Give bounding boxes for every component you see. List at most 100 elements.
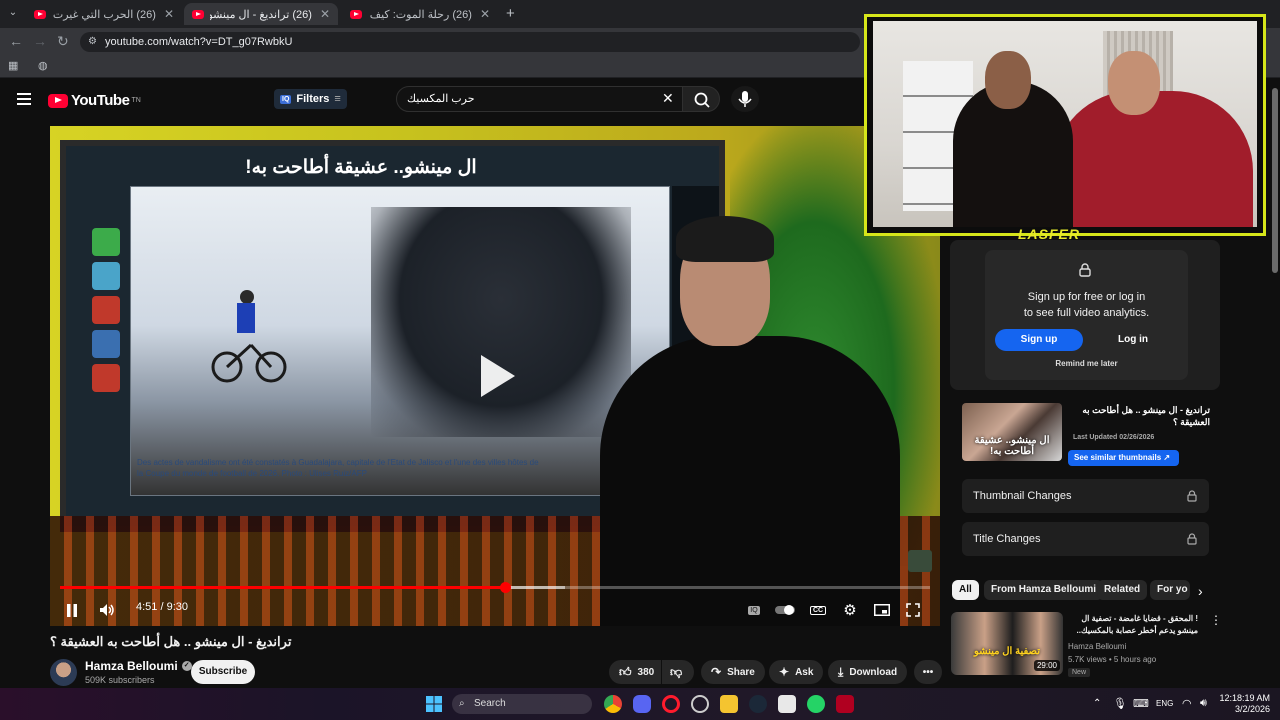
ask-button[interactable]: ✦ Ask xyxy=(769,660,824,684)
globe-icon[interactable]: ◍ xyxy=(38,59,48,72)
clear-search-icon[interactable]: ✕ xyxy=(662,90,674,107)
more-vertical-icon[interactable]: ⋮ xyxy=(1210,613,1222,627)
download-button[interactable]: ⤓ Download xyxy=(828,660,908,684)
tab-1[interactable]: (26) الحرب التي غيرت الشرق الأوسط ✕ xyxy=(26,3,182,25)
apps-grid-icon[interactable]: ▦ xyxy=(8,59,18,72)
microphone-icon xyxy=(738,91,752,107)
app-two-icon[interactable] xyxy=(778,695,796,713)
progress-bar[interactable] xyxy=(60,582,930,593)
keyboard-language[interactable]: ENG xyxy=(1156,699,1173,708)
more-actions-button[interactable]: ••• xyxy=(914,660,942,684)
autoplay-toggle-icon[interactable] xyxy=(774,599,796,621)
title-changes-row[interactable]: Title Changes xyxy=(962,522,1209,556)
video-title: ترانديغ - ال مينشو .. هل أطاحت به العشيق… xyxy=(50,634,292,649)
tray-wifi-icon[interactable]: ◠ xyxy=(1182,697,1192,710)
tab-3[interactable]: (26) رحلة الموت: كيف وصل شاب ✕ xyxy=(342,3,498,25)
home-tile-icon xyxy=(92,364,120,392)
play-overlay-icon[interactable] xyxy=(475,351,519,401)
login-button[interactable]: Log in xyxy=(1092,329,1174,351)
taskbar-search[interactable]: ⌕ Search xyxy=(452,694,592,714)
page-scrollbar[interactable] xyxy=(1272,88,1278,273)
tab-search-icon[interactable]: ⌄ xyxy=(6,7,20,21)
like-button[interactable]: 👍︎ 380 xyxy=(609,660,661,684)
clock-date: 3/2/2026 xyxy=(1234,704,1270,714)
streamer-right-head xyxy=(1108,51,1160,115)
captions-icon[interactable]: CC xyxy=(807,599,829,621)
search-icon xyxy=(694,92,710,108)
signup-line-1: Sign up for free or log in xyxy=(1027,291,1146,303)
close-tab-icon[interactable]: ✕ xyxy=(320,7,330,21)
chrome-icon[interactable] xyxy=(604,695,622,713)
chip-from-channel[interactable]: From Hamza Belloumi xyxy=(984,580,1104,600)
subscribe-button[interactable]: Subscribe xyxy=(191,660,255,684)
tile-icon xyxy=(92,262,120,290)
channel-avatar[interactable] xyxy=(50,659,77,686)
back-arrow-icon[interactable]: ← xyxy=(9,33,23,49)
search-button[interactable] xyxy=(682,86,720,112)
search-input[interactable]: حرب المكسيك xyxy=(396,86,684,112)
voice-search-button[interactable] xyxy=(731,86,759,112)
youtube-favicon-icon xyxy=(192,9,204,19)
map-pin-icon xyxy=(92,228,120,256)
recommended-thumbnail-text: تصفية ال مينشو xyxy=(974,646,1040,657)
chip-all[interactable]: All xyxy=(952,580,979,600)
forward-arrow-icon[interactable]: → xyxy=(33,33,47,49)
discord-icon[interactable] xyxy=(633,695,651,713)
tray-chevron-icon[interactable]: ⌃ xyxy=(1093,698,1101,709)
tray-keyboard-icon[interactable]: ⌨ xyxy=(1133,697,1149,710)
app-three-icon[interactable] xyxy=(836,695,854,713)
reload-icon[interactable]: ↻ xyxy=(57,33,69,50)
fullscreen-icon[interactable] xyxy=(902,599,924,621)
signup-line-2: to see full video analytics. xyxy=(1023,307,1150,319)
filters-button[interactable]: IQ Filters ≡ xyxy=(274,89,347,109)
recommended-channel[interactable]: Hamza Belloumi xyxy=(1068,642,1126,651)
share-icon: ↷ xyxy=(711,665,722,679)
dislike-button[interactable]: 👎︎ xyxy=(662,660,694,684)
tab-2-title: (26) ترانديغ - ال مينشو .. هل أطاحت به xyxy=(210,8,312,21)
lock-icon xyxy=(1079,263,1091,277)
youtube-logo[interactable]: YouTube TN xyxy=(48,92,141,109)
signup-prompt: Sign up for free or log in to see full v… xyxy=(985,289,1188,321)
steam-icon[interactable] xyxy=(749,695,767,713)
file-explorer-icon[interactable] xyxy=(720,695,738,713)
whatsapp-icon[interactable] xyxy=(807,695,825,713)
new-tab-button[interactable]: + xyxy=(506,5,515,22)
url-field[interactable]: ⚙ youtube.com/watch?v=DT_g07RwbkU xyxy=(80,32,860,52)
pause-icon[interactable] xyxy=(61,599,83,621)
remind-later-link[interactable]: Remind me later xyxy=(985,359,1188,368)
taskbar-clock[interactable]: 12:18:19 AM 3/2/2026 xyxy=(1218,693,1270,715)
thumbnail-changes-row[interactable]: Thumbnail Changes xyxy=(962,479,1209,513)
app-icon[interactable] xyxy=(691,695,709,713)
progress-played xyxy=(60,586,505,589)
taskbar-search-label: Search xyxy=(474,698,506,709)
see-similar-thumbnails-button[interactable]: See similar thumbnails ↗ xyxy=(1068,450,1179,466)
recommended-video-thumbnail[interactable]: تصفية ال مينشو 29:00 xyxy=(951,612,1063,675)
share-button[interactable]: ↷ Share xyxy=(701,660,765,684)
chip-related[interactable]: Related xyxy=(1097,580,1148,600)
menu-icon[interactable] xyxy=(17,92,31,105)
channel-name[interactable]: Hamza Belloumi ✓ xyxy=(85,659,192,673)
volume-icon[interactable] xyxy=(96,599,118,621)
tab-2[interactable]: (26) ترانديغ - ال مينشو .. هل أطاحت به ✕ xyxy=(184,3,338,25)
chips-next-icon[interactable]: › xyxy=(1198,583,1203,599)
webcam-room xyxy=(873,21,1257,227)
taskbar-search-icon: ⌕ xyxy=(459,698,465,709)
tray-mic-icon[interactable]: 🎙︎ xyxy=(1113,697,1127,710)
signup-button[interactable]: Sign up xyxy=(995,329,1083,351)
video-player[interactable]: ال مينشو.. عشيقة أطاحت به! Des actes de … xyxy=(50,126,940,626)
site-info-icon[interactable]: ⚙ xyxy=(88,32,97,52)
close-tab-icon[interactable]: ✕ xyxy=(480,7,490,21)
current-thumbnail[interactable]: ال مينشو.. عشيقة أطاحت به! xyxy=(962,403,1062,461)
settings-gear-icon[interactable]: ⚙ xyxy=(839,599,861,621)
opera-icon[interactable] xyxy=(662,695,680,713)
windows-start-icon[interactable] xyxy=(426,696,442,712)
search-query: حرب المكسيك xyxy=(407,93,475,105)
youtube-logo-icon xyxy=(48,93,68,108)
recommended-video-title[interactable]: ! المحقق - قضايا غامضة - تصفية ال مينشو … xyxy=(1066,613,1199,637)
iq-extension-icon[interactable]: IQ xyxy=(743,599,765,621)
progress-scrubber[interactable] xyxy=(499,582,511,593)
miniplayer-icon[interactable] xyxy=(871,599,893,621)
close-tab-icon[interactable]: ✕ xyxy=(164,7,174,21)
chip-for-you[interactable]: For yo xyxy=(1150,580,1190,600)
tray-volume-icon[interactable]: 🔊︎ xyxy=(1200,697,1207,710)
